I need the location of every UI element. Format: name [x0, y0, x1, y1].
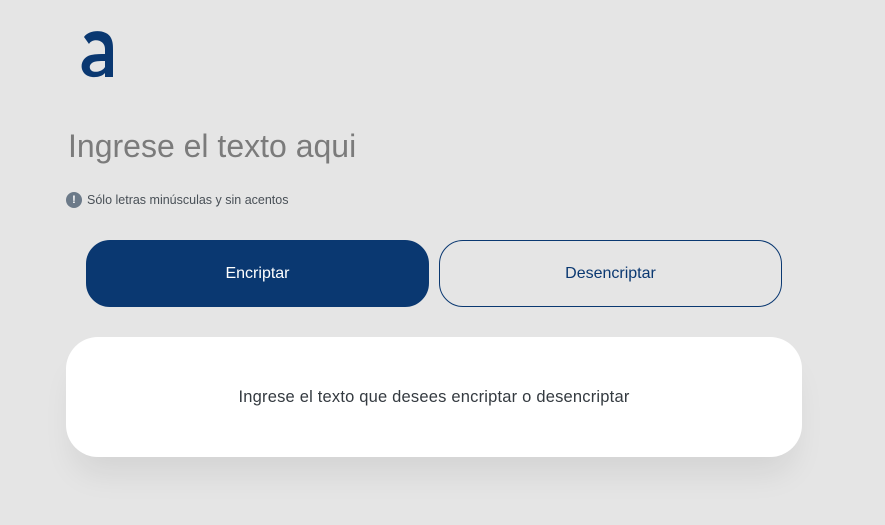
- alura-a-logo-icon: [81, 31, 113, 78]
- encrypt-button[interactable]: Encriptar: [86, 240, 429, 307]
- exclamation-circle-icon: !: [66, 192, 82, 208]
- hint-text: Sólo letras minúsculas y sin acentos: [87, 193, 289, 207]
- text-input[interactable]: [66, 126, 806, 182]
- output-card: Ingrese el texto que desees encriptar o …: [66, 337, 802, 457]
- input-hint: ! Sólo letras minúsculas y sin acentos: [66, 192, 288, 208]
- encryptor-page: ! Sólo letras minúsculas y sin acentos E…: [0, 0, 885, 525]
- decrypt-button[interactable]: Desencriptar: [439, 240, 782, 307]
- output-message: Ingrese el texto que desees encriptar o …: [238, 387, 630, 406]
